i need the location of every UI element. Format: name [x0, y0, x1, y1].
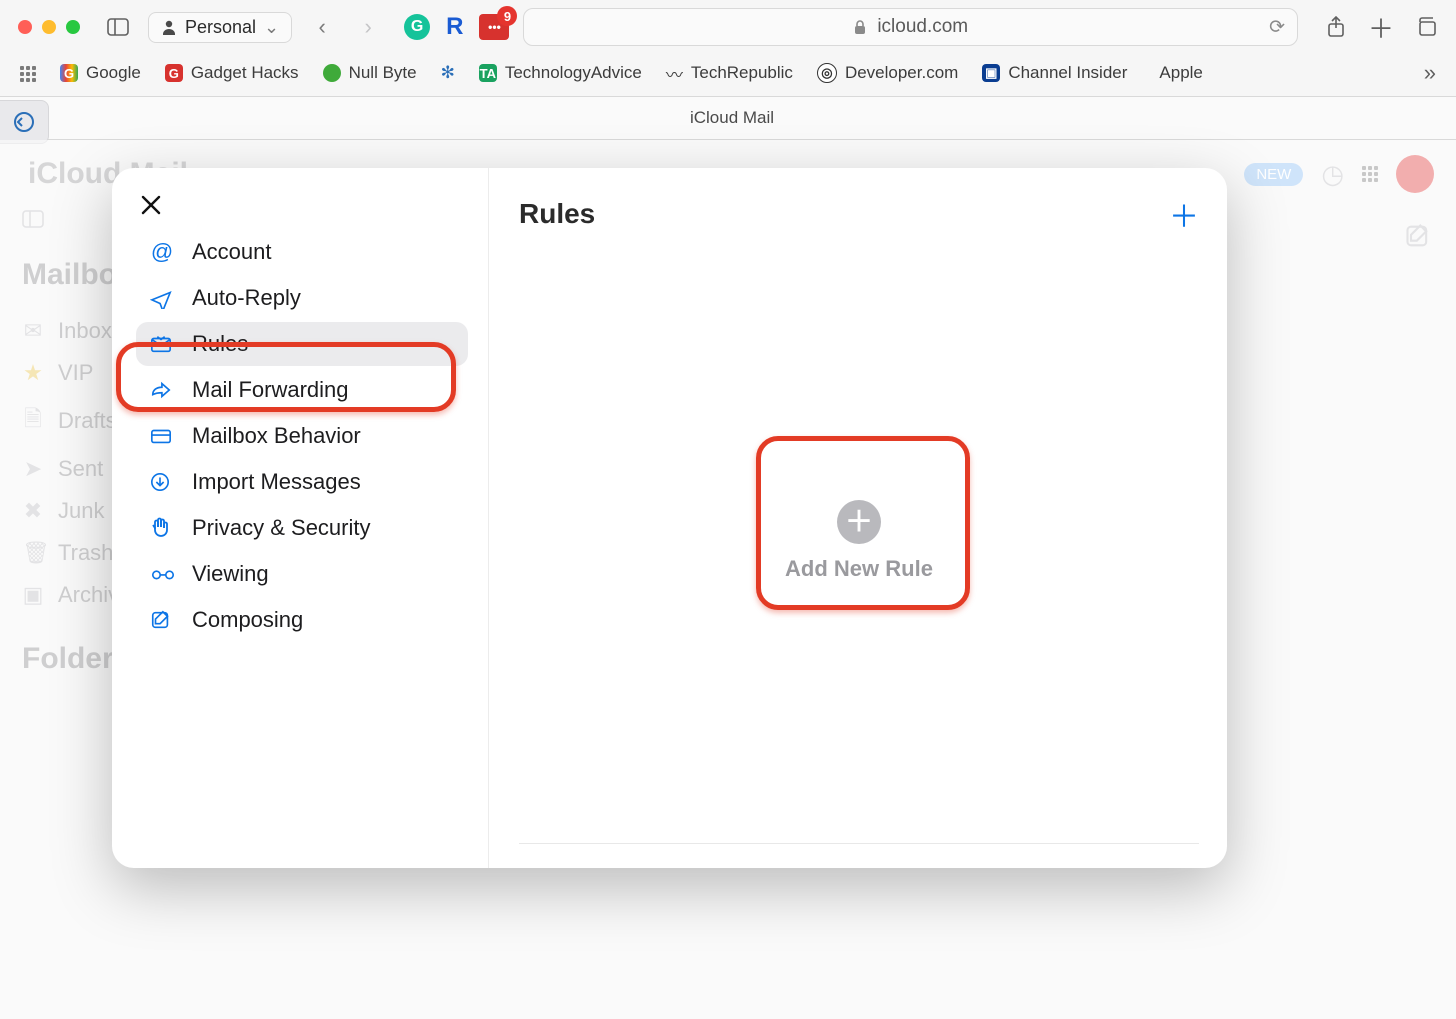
bookmark-label: Apple [1159, 63, 1202, 83]
sidebar-item-label: Auto-Reply [192, 285, 301, 311]
sidebar-item-label: Mail Forwarding [192, 377, 349, 403]
bookmark-label: Channel Insider [1008, 63, 1127, 83]
settings-content: Rules ＋ ＋ Add New Rule [489, 168, 1227, 868]
sidebar-item-label: Import Messages [192, 469, 361, 495]
sidebar-item-mailbox[interactable]: Mailbox Behavior [136, 414, 468, 458]
bookmark-techadvice[interactable]: TA TechnologyAdvice [479, 63, 642, 83]
bookmarks-overflow-button[interactable]: » [1424, 60, 1436, 86]
sidebar-item-import[interactable]: Import Messages [136, 460, 468, 504]
bookmark-label: Google [86, 63, 141, 83]
download-icon [150, 472, 174, 492]
forward-button[interactable]: › [352, 14, 384, 40]
favorites-bar: G Google G Gadget Hacks Null Byte ✻ TA T… [0, 54, 1456, 96]
tab-overview-button[interactable] [1416, 17, 1438, 37]
glasses-icon [150, 567, 174, 581]
extension-badge: 9 [497, 6, 517, 26]
bookmark-label: TechnologyAdvice [505, 63, 642, 83]
gadget-icon: G [165, 64, 183, 82]
techrepublic-icon: 〰 [666, 61, 683, 86]
plus-circle-icon: ＋ [837, 500, 881, 544]
bookmark-apple[interactable]: Apple [1151, 63, 1202, 83]
rules-icon [150, 334, 174, 354]
minimize-window-button[interactable] [42, 20, 56, 34]
bookmark-label: Developer.com [845, 63, 958, 83]
settings-sidebar: @ Account Auto-Reply Rules Mail Forward [112, 168, 489, 868]
plane-icon [150, 287, 174, 309]
bookmark-label: TechRepublic [691, 63, 793, 83]
sidebar-item-rules[interactable]: Rules [136, 322, 468, 366]
address-host: icloud.com [877, 16, 968, 38]
window-controls [18, 20, 80, 34]
bookmark-techrepublic[interactable]: 〰 TechRepublic [666, 61, 793, 86]
compose-icon [150, 609, 174, 631]
forward-icon [150, 381, 174, 399]
r-extension-icon[interactable]: R [446, 13, 463, 41]
reload-button[interactable]: ⟳ [1269, 16, 1285, 39]
nullbyte-icon [323, 64, 341, 82]
divider [519, 843, 1199, 844]
hand-icon [150, 517, 174, 539]
bookmark-label: Null Byte [349, 63, 417, 83]
sidebar-item-forwarding[interactable]: Mail Forwarding [136, 368, 468, 412]
content-heading: Rules [519, 198, 595, 230]
google-icon: G [60, 64, 78, 82]
sidebar-item-label: Rules [192, 331, 248, 357]
add-rule-plus-button[interactable]: ＋ [1169, 192, 1199, 236]
bookmark-channel[interactable]: ▣ Channel Insider [982, 63, 1127, 83]
sidebar-item-label: Account [192, 239, 272, 265]
techadvice-icon: TA [479, 64, 497, 82]
sidebar-item-privacy[interactable]: Privacy & Security [136, 506, 468, 550]
profile-label: Personal [185, 17, 256, 38]
settings-modal: @ Account Auto-Reply Rules Mail Forward [112, 168, 1227, 868]
bookmark-developer[interactable]: ◎ Developer.com [817, 63, 958, 83]
add-new-rule-button[interactable]: ＋ Add New Rule [785, 500, 933, 582]
close-window-button[interactable] [18, 20, 32, 34]
sidebar-item-composing[interactable]: Composing [136, 598, 468, 642]
back-button[interactable]: ‹ [306, 14, 338, 40]
grammarly-icon[interactable]: G [404, 14, 430, 40]
extension-side-tab[interactable] [0, 100, 49, 144]
folder-icon [150, 427, 174, 445]
tab-title-bar: iCloud Mail [0, 97, 1456, 140]
channel-icon: ▣ [982, 64, 1000, 82]
sidebar-item-account[interactable]: @ Account [136, 230, 468, 274]
address-bar[interactable]: icloud.com ⟳ [523, 8, 1298, 46]
lastpass-icon[interactable]: ••• 9 [479, 14, 509, 40]
apps-grid-icon[interactable] [20, 63, 36, 83]
sidebar-toggle-button[interactable] [102, 11, 134, 43]
developer-icon: ◎ [817, 63, 837, 83]
profile-selector[interactable]: Personal ⌄ [148, 12, 292, 43]
bookmark-gear[interactable]: ✻ [441, 63, 455, 83]
person-icon [161, 19, 177, 35]
sidebar-item-label: Composing [192, 607, 303, 633]
share-button[interactable] [1326, 16, 1346, 38]
at-icon: @ [150, 239, 174, 265]
add-new-rule-label: Add New Rule [785, 556, 933, 582]
bookmark-nullbyte[interactable]: Null Byte [323, 63, 417, 83]
close-modal-button[interactable] [140, 194, 478, 216]
browser-chrome: Personal ⌄ ‹ › G R ••• 9 icloud.com ⟳ ＋ [0, 0, 1456, 97]
lock-icon [853, 19, 867, 35]
sidebar-item-viewing[interactable]: Viewing [136, 552, 468, 596]
bookmark-label: Gadget Hacks [191, 63, 299, 83]
new-tab-button[interactable]: ＋ [1368, 9, 1394, 46]
sidebar-item-label: Privacy & Security [192, 515, 371, 541]
sidebar-item-label: Viewing [192, 561, 269, 587]
fullscreen-window-button[interactable] [66, 20, 80, 34]
bookmark-gadget[interactable]: G Gadget Hacks [165, 63, 299, 83]
sidebar-item-autoreply[interactable]: Auto-Reply [136, 276, 468, 320]
bookmark-google[interactable]: G Google [60, 63, 141, 83]
gear-bookmark-icon: ✻ [441, 63, 455, 83]
chevron-down-icon: ⌄ [264, 17, 279, 38]
sidebar-item-label: Mailbox Behavior [192, 423, 361, 449]
tab-title: iCloud Mail [690, 108, 774, 128]
